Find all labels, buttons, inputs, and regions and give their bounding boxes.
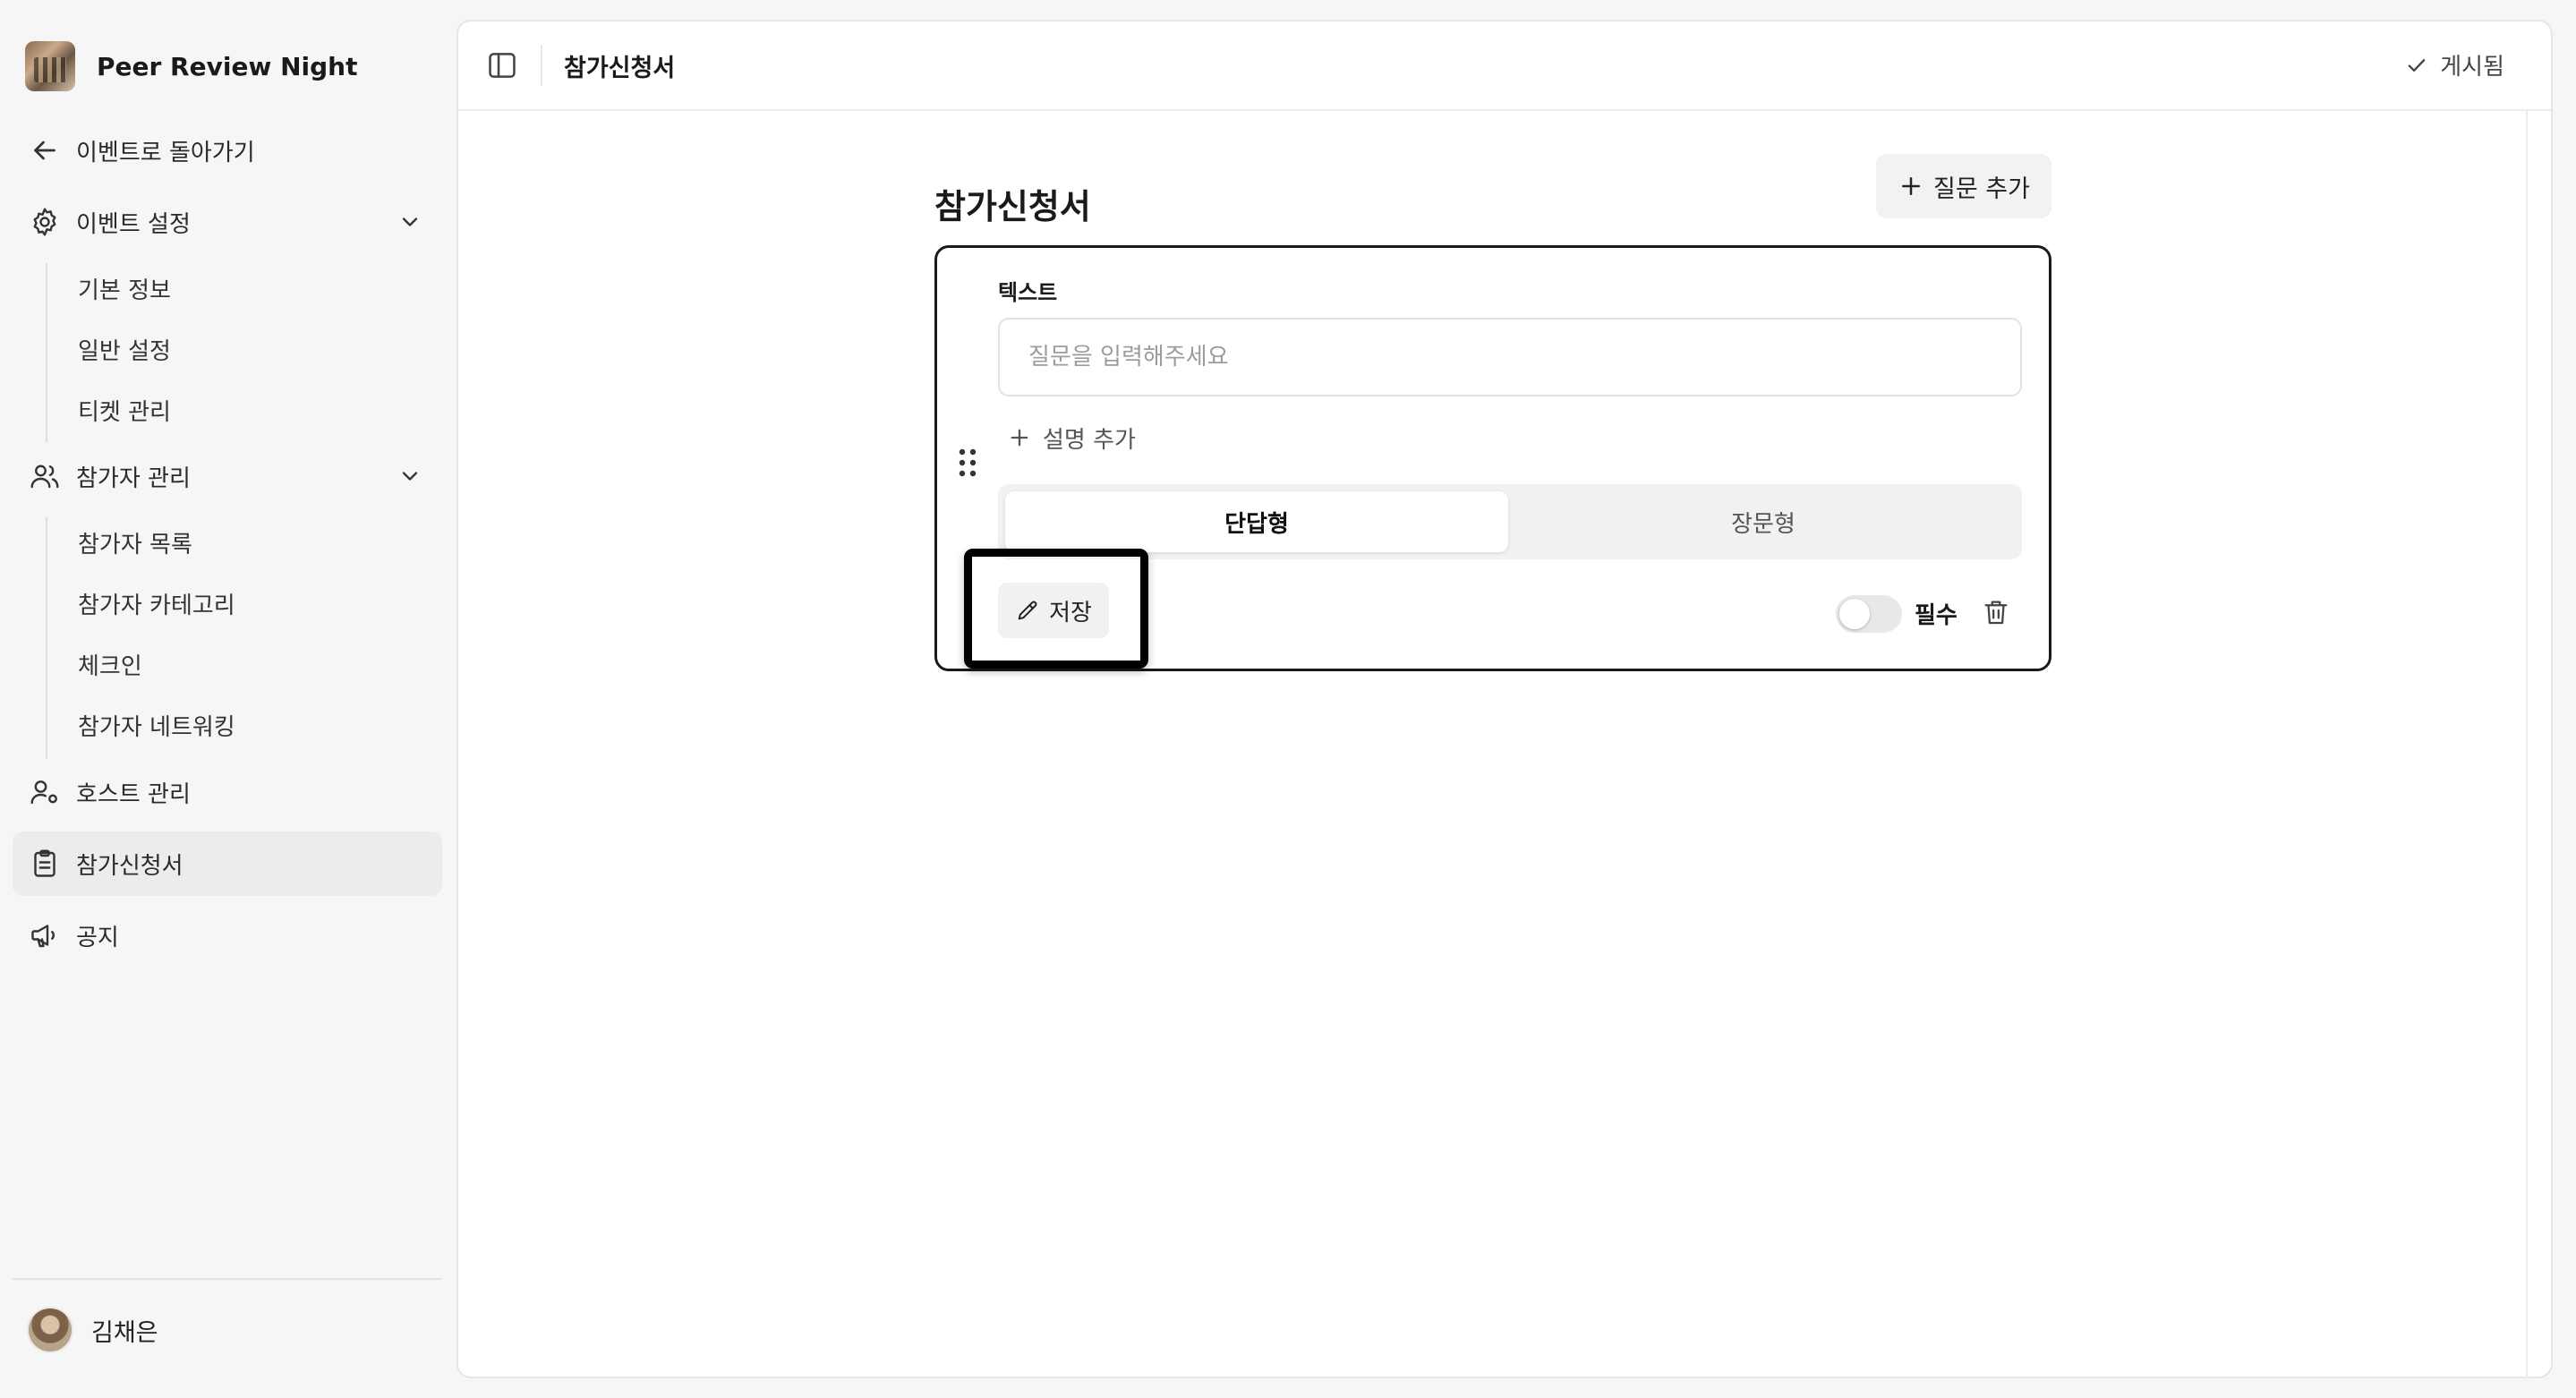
topbar-divider [541,45,542,86]
check-icon [2408,58,2426,72]
answer-type-segmented-control: 단답형 장문형 [998,484,2022,559]
published-status-label: 게시됨 [2440,54,2504,81]
sidebar-item-attendees[interactable]: 참가자 관리 [13,444,442,508]
plus-icon [1011,429,1028,447]
avatar [27,1307,73,1353]
pencil-icon [1018,601,1037,620]
plus-icon [1902,177,1921,195]
sidebar-item-attendee-networking[interactable]: 참가자 네트워킹 [78,700,418,750]
required-label: 필수 [1915,602,1958,629]
save-label: 저장 [1049,599,1092,627]
add-question-button[interactable]: 질문 추가 [1876,154,2051,218]
sidebar-item-notice[interactable]: 공지 [13,903,442,968]
add-description-label: 설명 추가 [1043,426,1136,454]
sidebar-item-label: 참가자 관리 [76,465,191,492]
sidebar-item-attendee-category[interactable]: 참가자 카테고리 [78,578,418,628]
trash-icon[interactable] [1981,597,2011,627]
save-button[interactable]: 저장 [998,583,1109,638]
sidebar-item-basic-info[interactable]: 기본 정보 [78,263,418,313]
arrow-left-icon [34,141,55,160]
user-gear-icon [30,780,57,805]
event-thumbnail [25,41,75,91]
page-title: 참가신청서 [564,55,676,82]
add-question-label: 질문 추가 [1933,175,2030,203]
sidebar: Peer Review Night 이벤트로 돌아가기 이벤트 설정 기본 정보… [0,0,456,1398]
gear-icon [33,208,56,236]
question-type-label: 텍스트 [998,280,1058,305]
sidebar-item-hosts[interactable]: 호스트 관리 [13,760,442,824]
chevron-down-icon [402,217,418,226]
main-panel: 참가신청서 게시됨 참가신청서 질문 추가 텍스트 설명 추가 단답형 장문형 … [456,20,2553,1378]
event-settings-subnav: 기본 정보 일반 설정 티켓 관리 [46,263,171,442]
sidebar-item-event-settings[interactable]: 이벤트 설정 [13,190,442,254]
sidebar-divider [13,1278,442,1280]
published-status-button[interactable]: 게시됨 [2404,48,2504,81]
clipboard-icon [34,849,55,877]
sidebar-item-attendee-list[interactable]: 참가자 목록 [78,517,418,567]
toggle-knob [1839,599,1870,629]
chevron-down-icon [402,472,418,481]
sidebar-item-check-in[interactable]: 체크인 [78,639,418,689]
required-toggle[interactable] [1836,595,1902,633]
users-icon [30,465,59,489]
add-description-button[interactable]: 설명 추가 [1007,418,1136,457]
event-name: Peer Review Night [97,51,358,81]
sidebar-item-label: 호스트 관리 [76,780,191,808]
scrollbar-track[interactable] [2526,111,2528,1378]
sidebar-item-application-form[interactable]: 참가신청서 [13,831,442,896]
sidebar-item-label: 이벤트 설정 [76,210,191,238]
sidebar-item-label: 공지 [76,924,119,951]
user-name: 김채은 [91,1318,158,1347]
megaphone-icon [31,925,55,948]
topbar: 참가신청서 게시됨 [458,21,2551,111]
sidebar-item-label: 참가신청서 [76,852,183,880]
answer-type-long[interactable]: 장문형 [1512,491,2015,552]
sidebar-item-ticket-management[interactable]: 티켓 관리 [78,385,418,435]
user-profile[interactable]: 김채은 [27,1305,158,1355]
event-header[interactable]: Peer Review Night [25,41,357,91]
back-to-event-label: 이벤트로 돌아가기 [76,139,255,166]
sidebar-item-general-settings[interactable]: 일반 설정 [78,324,418,374]
question-input[interactable] [998,318,2022,396]
form-title: 참가신청서 [934,187,1091,226]
drag-handle-icon[interactable] [957,447,978,479]
question-card: 텍스트 설명 추가 단답형 장문형 저장 필수 [934,245,2051,671]
sidebar-toggle-icon[interactable] [485,48,519,82]
answer-type-short[interactable]: 단답형 [1005,491,1508,552]
back-to-event-link[interactable]: 이벤트로 돌아가기 [13,118,442,183]
attendees-subnav: 참가자 목록 참가자 카테고리 체크인 참가자 네트워킹 [46,517,235,759]
